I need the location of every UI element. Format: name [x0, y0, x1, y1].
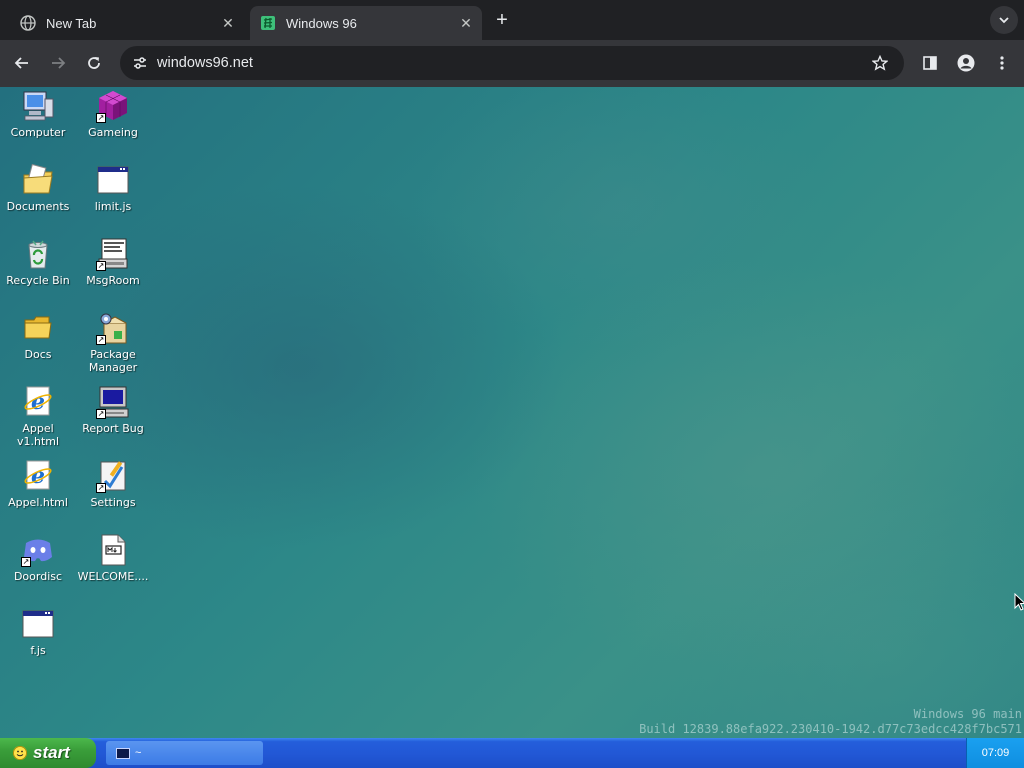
side-panel-button[interactable]	[918, 51, 942, 75]
forward-button[interactable]	[46, 51, 70, 75]
watermark-build: Build 12839.88efa922.230410-1942.d77c73e…	[639, 722, 1022, 736]
tab-title: Windows 96	[286, 15, 357, 31]
desktop-icon-limit-js[interactable]: limit.js	[77, 163, 149, 213]
browser-icon: e	[21, 385, 55, 419]
window-file-icon	[96, 163, 130, 197]
shortcut-arrow-icon: ↗	[21, 557, 31, 567]
taskbar: start ~ 07:09	[0, 738, 1024, 768]
desktop-icon-label: Settings	[90, 496, 136, 509]
taskbar-item-terminal[interactable]: ~	[106, 741, 263, 765]
person-icon	[957, 54, 975, 72]
desktop-icon-settings[interactable]: ↗ Settings	[77, 459, 149, 509]
windows96-logo-icon	[260, 15, 276, 31]
desktop-icon-gameing[interactable]: ↗ Gameing	[77, 89, 149, 139]
desktop-icon-docs[interactable]: Docs	[2, 311, 74, 361]
site-settings-icon[interactable]	[129, 52, 151, 74]
browser-tabstrip: New Tab ✕ Windows 96 ✕ +	[0, 0, 1024, 40]
shortcut-arrow-icon: ↗	[96, 335, 106, 345]
desktop-icon-documents[interactable]: Documents	[2, 163, 74, 213]
desktop-icon-label: Gameing	[88, 126, 138, 139]
desktop-icon-label: MsgRoom	[86, 274, 140, 287]
taskbar-item-label: ~	[135, 747, 142, 759]
package-manager-icon: ↗	[96, 311, 130, 345]
close-icon[interactable]: ✕	[218, 13, 238, 33]
browser-menu-button[interactable]	[990, 51, 1014, 75]
desktop-icon-label: limit.js	[94, 200, 132, 213]
terminal-icon	[116, 747, 130, 759]
desktop-icon-label: Recycle Bin	[6, 274, 70, 287]
desktop-icon-welcome[interactable]: WELCOME....	[77, 533, 149, 583]
recycle-bin-icon	[21, 237, 55, 271]
discord-icon: ↗	[21, 533, 55, 567]
desktop-icon-label: Package Manager	[88, 348, 138, 374]
chevron-down-icon	[999, 17, 1009, 24]
msgroom-icon: ↗	[96, 237, 130, 271]
back-button[interactable]	[10, 51, 34, 75]
clock-text: 07:09	[981, 747, 1010, 759]
tab-title: New Tab	[46, 15, 97, 31]
desktop-icon-doordisc[interactable]: ↗ Doordisc	[2, 533, 74, 583]
computer-monitor-icon: ↗	[96, 385, 130, 419]
windows96-desktop[interactable]: Computer Documents Recycle Bin Docs e Ap…	[0, 87, 1024, 768]
url-text[interactable]: windows96.net	[157, 55, 868, 71]
smiley-icon	[13, 746, 27, 760]
desktop-icon-msgroom[interactable]: ↗ MsgRoom	[77, 237, 149, 287]
svg-text:e: e	[31, 389, 45, 415]
desktop-icon-package-manager[interactable]: ↗ Package Manager	[77, 311, 149, 374]
mouse-cursor-icon	[1014, 593, 1024, 611]
new-tab-button[interactable]: +	[490, 9, 514, 33]
desktop-icon-appel-v1[interactable]: e Appel v1.html	[2, 385, 74, 448]
window-file-icon	[21, 607, 55, 641]
side-panel-icon	[923, 56, 937, 70]
desktop-icon-label: Report Bug	[82, 422, 144, 435]
desktop-icon-label: Documents	[6, 200, 70, 213]
desktop-icon-f-js[interactable]: f.js	[2, 607, 74, 657]
address-bar[interactable]: windows96.net	[120, 46, 904, 80]
arrow-left-icon	[14, 57, 28, 69]
documents-folder-icon	[21, 163, 55, 197]
tab-new-tab[interactable]: New Tab ✕	[10, 6, 244, 40]
markdown-file-icon	[96, 533, 130, 567]
desktop-icon-report-bug[interactable]: ↗ Report Bug	[77, 385, 149, 435]
desktop-icon-recycle-bin[interactable]: Recycle Bin	[2, 237, 74, 287]
arrow-right-icon	[52, 57, 66, 69]
shortcut-arrow-icon: ↗	[96, 261, 106, 271]
desktop-icon-label: Computer	[10, 126, 66, 139]
desktop-icon-label: Docs	[24, 348, 52, 361]
kebab-menu-icon	[1000, 56, 1004, 70]
browser-toolbar: windows96.net	[0, 40, 1024, 87]
desktop-icon-label: Appel v1.html	[16, 422, 60, 448]
build-watermark: Windows 96 main Build 12839.88efa922.230…	[639, 707, 1022, 737]
reload-button[interactable]	[82, 51, 106, 75]
desktop-icon-appel[interactable]: e Appel.html	[2, 459, 74, 509]
shortcut-arrow-icon: ↗	[96, 483, 106, 493]
folder-icon	[21, 311, 55, 345]
shortcut-arrow-icon: ↗	[96, 409, 106, 419]
desktop-icon-label: Doordisc	[13, 570, 63, 583]
reload-icon	[88, 57, 100, 69]
shortcut-arrow-icon: ↗	[96, 113, 106, 123]
computer-icon	[21, 89, 55, 123]
desktop-icon-computer[interactable]: Computer	[2, 89, 74, 139]
settings-icon: ↗	[96, 459, 130, 493]
bookmark-star-icon[interactable]	[868, 51, 892, 75]
tab-search-button[interactable]	[990, 6, 1018, 34]
profile-button[interactable]	[954, 51, 978, 75]
browser-icon: e	[21, 459, 55, 493]
system-tray-clock[interactable]: 07:09	[966, 738, 1024, 768]
desktop-icon-label: WELCOME....	[77, 570, 149, 583]
tab-windows-96[interactable]: Windows 96 ✕	[250, 6, 482, 40]
svg-text:e: e	[31, 463, 45, 489]
close-icon[interactable]: ✕	[456, 13, 476, 33]
start-button[interactable]: start	[0, 738, 96, 768]
cube-icon: ↗	[96, 89, 130, 123]
globe-icon	[20, 15, 36, 31]
watermark-os-name: Windows 96 main	[913, 707, 1022, 721]
start-label: start	[33, 743, 70, 762]
desktop-icon-label: Appel.html	[8, 496, 68, 509]
desktop-icon-label: f.js	[30, 644, 46, 657]
